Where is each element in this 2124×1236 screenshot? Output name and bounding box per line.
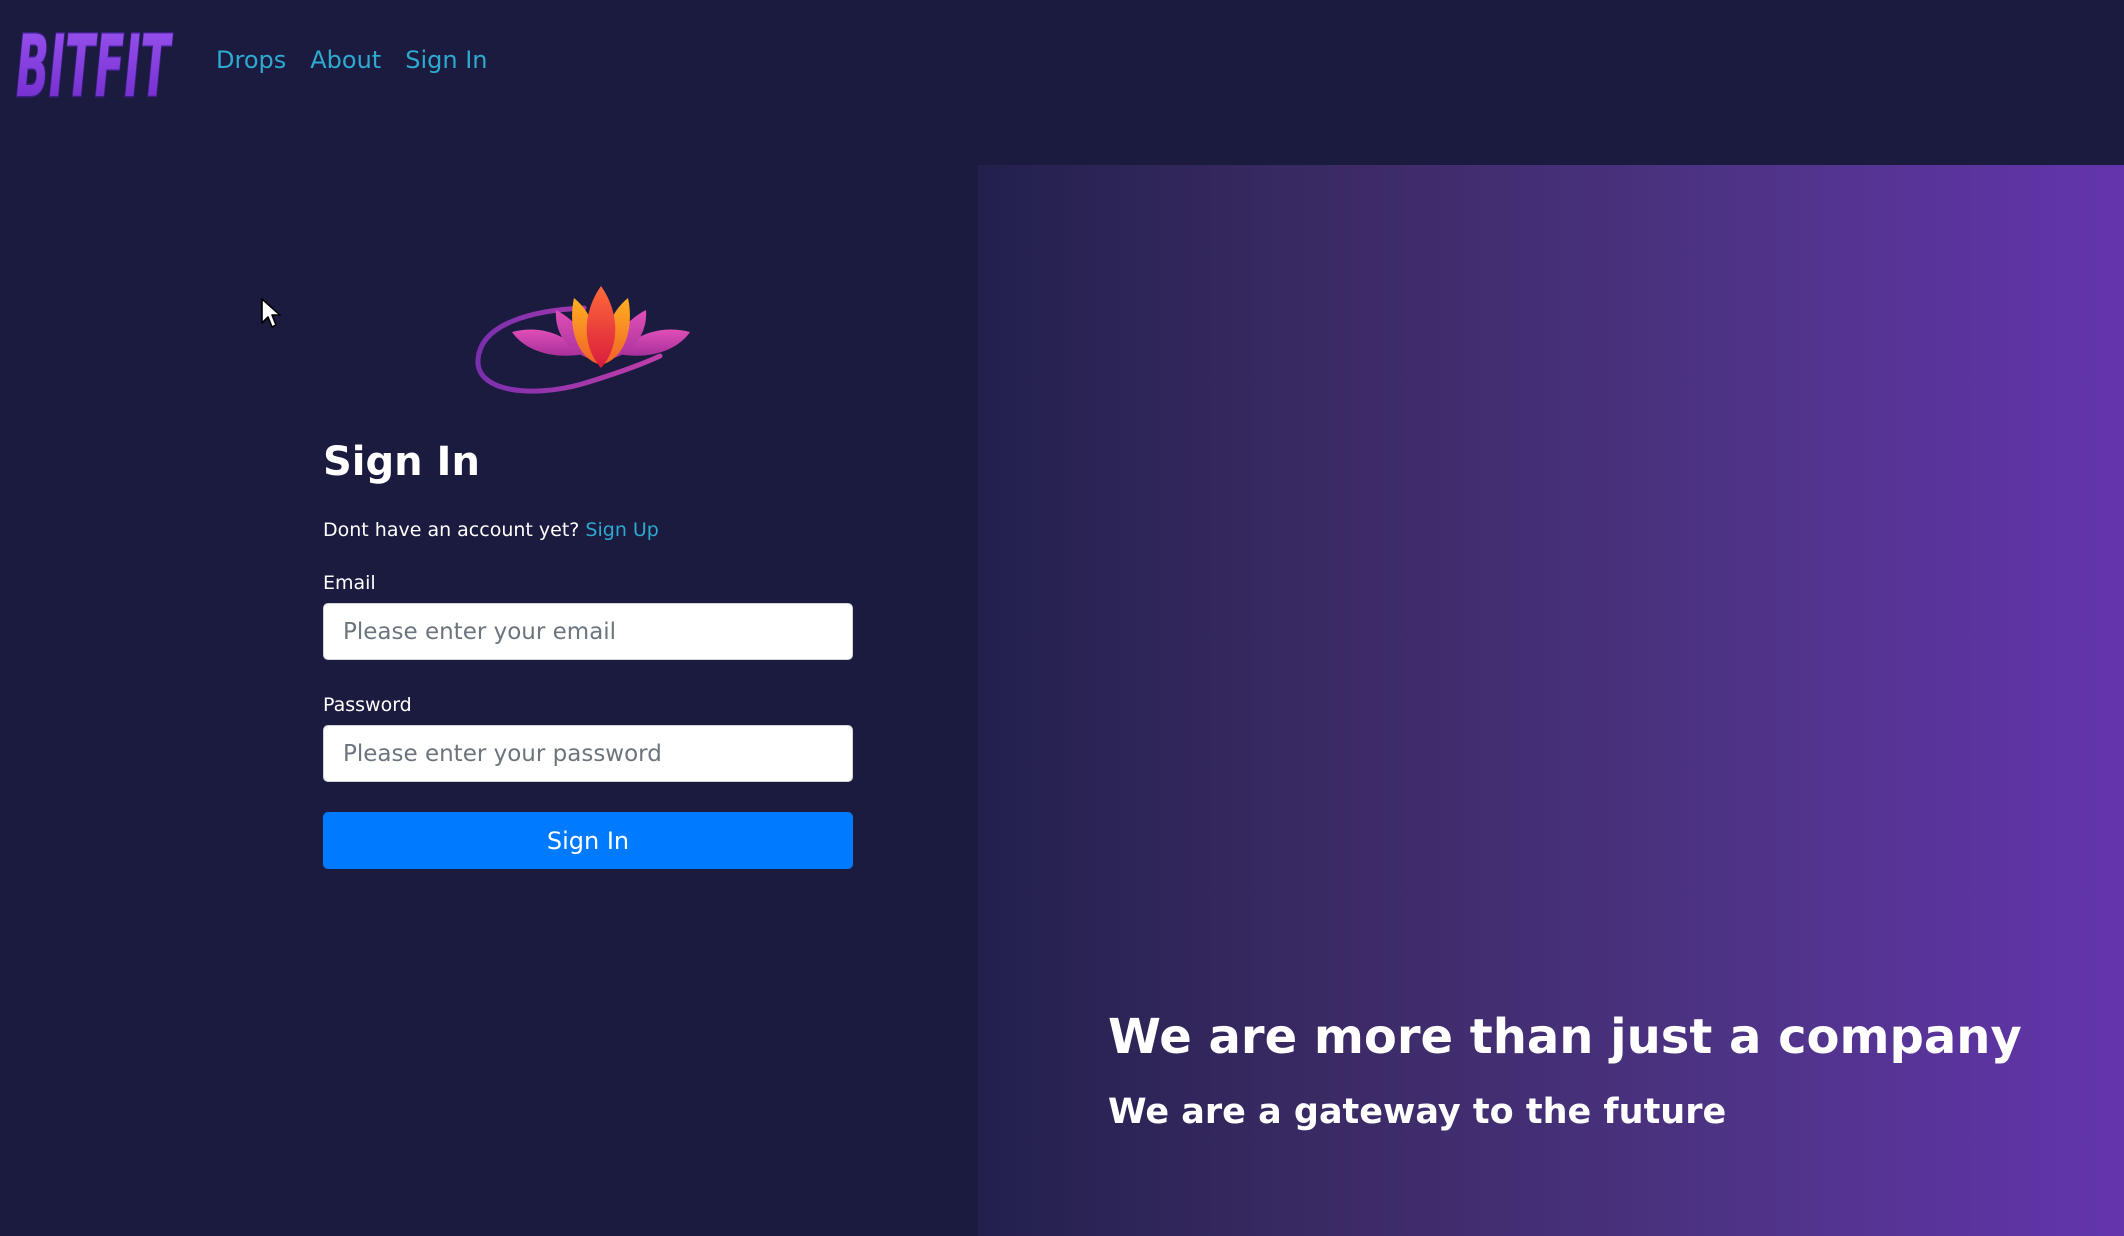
nav-item-about[interactable]: About (310, 44, 381, 76)
sign-up-link[interactable]: Sign Up (585, 519, 658, 541)
sign-in-button[interactable]: Sign In (323, 812, 853, 869)
nav-item-drops[interactable]: Drops (216, 44, 286, 76)
email-input[interactable] (323, 603, 853, 660)
hero-subtitle: We are a gateway to the future (1108, 1092, 1727, 1132)
email-label: Email (323, 572, 376, 594)
lotus-logo-icon (472, 280, 696, 406)
bitfit-logo-icon: BITFIT (15, 16, 175, 105)
signup-prompt: Dont have an account yet? Sign Up (323, 516, 659, 544)
brand-logo[interactable]: BITFIT BITFIT (12, 14, 176, 105)
svg-text:BITFIT: BITFIT (16, 17, 173, 104)
nav-links: Drops About Sign In (216, 44, 487, 76)
password-label: Password (323, 694, 412, 716)
signup-prompt-text: Dont have an account yet? (323, 519, 580, 541)
navbar: BITFIT BITFIT Drops About Sign In (0, 0, 2124, 122)
mouse-pointer-icon (260, 297, 284, 331)
nav-item-sign-in[interactable]: Sign In (405, 44, 487, 76)
sign-in-title: Sign In (323, 439, 480, 485)
password-input[interactable] (323, 725, 853, 782)
hero-panel: We are more than just a company We are a… (978, 165, 2124, 1236)
hero-title: We are more than just a company (1108, 1009, 2022, 1065)
